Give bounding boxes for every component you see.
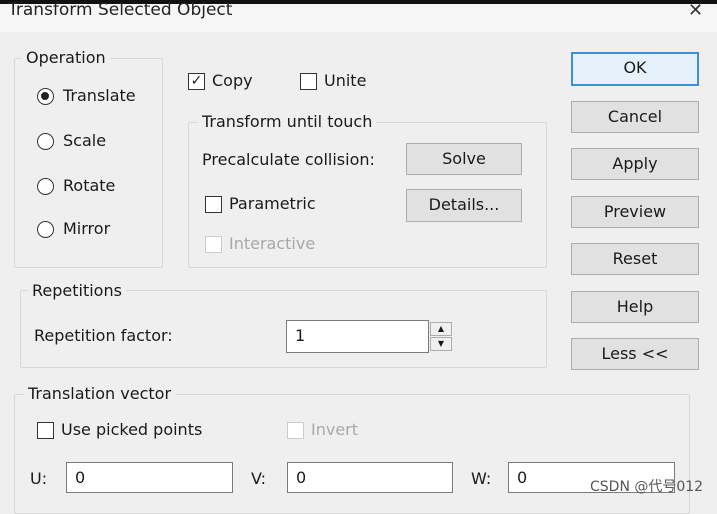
less-button[interactable]: Less << <box>571 338 699 370</box>
translation-vector-group <box>14 394 690 514</box>
radio-icon <box>37 133 54 150</box>
checkbox-label: Unite <box>324 71 367 90</box>
transform-until-touch-label: Transform until touch <box>198 112 377 131</box>
checkbox-icon <box>287 422 304 439</box>
radio-label: Mirror <box>63 219 111 238</box>
radio-label: Translate <box>63 86 136 105</box>
u-input[interactable]: 0 <box>66 462 233 493</box>
checkbox-label: Use picked points <box>61 420 203 439</box>
repetition-factor-input[interactable]: 1 <box>286 320 429 353</box>
u-label: U: <box>30 469 48 488</box>
repetition-factor-label: Repetition factor: <box>34 326 173 345</box>
translation-vector-label: Translation vector <box>24 384 176 403</box>
checkbox-icon <box>205 196 222 213</box>
help-button[interactable]: Help <box>571 291 699 323</box>
checkbox-label: Interactive <box>229 234 316 253</box>
v-label: V: <box>251 469 267 488</box>
checkbox-icon: ✓ <box>188 73 205 90</box>
radio-icon <box>37 178 54 195</box>
apply-button[interactable]: Apply <box>571 148 699 180</box>
ok-button[interactable]: OK <box>571 52 699 86</box>
w-label: W: <box>471 469 492 488</box>
checkbox-label: Parametric <box>229 194 316 213</box>
spin-down-icon[interactable]: ▼ <box>430 337 452 351</box>
radio-icon <box>37 88 54 105</box>
reset-button[interactable]: Reset <box>571 243 699 275</box>
radio-label: Scale <box>63 131 107 150</box>
spin-up-icon[interactable]: ▲ <box>430 322 452 336</box>
details-button[interactable]: Details... <box>406 189 522 222</box>
window-title: Transform Selected Object <box>8 0 233 20</box>
v-input[interactable]: 0 <box>287 462 453 493</box>
checkbox-icon <box>205 236 222 253</box>
cancel-button[interactable]: Cancel <box>571 101 699 133</box>
title-bar: Transform Selected Object ✕ <box>0 0 717 32</box>
solve-button[interactable]: Solve <box>406 143 522 175</box>
operation-label: Operation <box>22 48 110 67</box>
radio-icon <box>37 221 54 238</box>
radio-label: Rotate <box>63 176 116 195</box>
checkbox-icon <box>37 422 54 439</box>
checkbox-label: Copy <box>212 71 253 90</box>
preview-button[interactable]: Preview <box>571 196 699 228</box>
watermark: CSDN @代号012 <box>590 479 704 495</box>
precalculate-label: Precalculate collision: <box>202 150 375 169</box>
repetitions-label: Repetitions <box>28 281 126 300</box>
close-icon[interactable]: ✕ <box>688 0 703 21</box>
checkbox-label: Invert <box>311 420 359 439</box>
checkbox-icon <box>300 73 317 90</box>
